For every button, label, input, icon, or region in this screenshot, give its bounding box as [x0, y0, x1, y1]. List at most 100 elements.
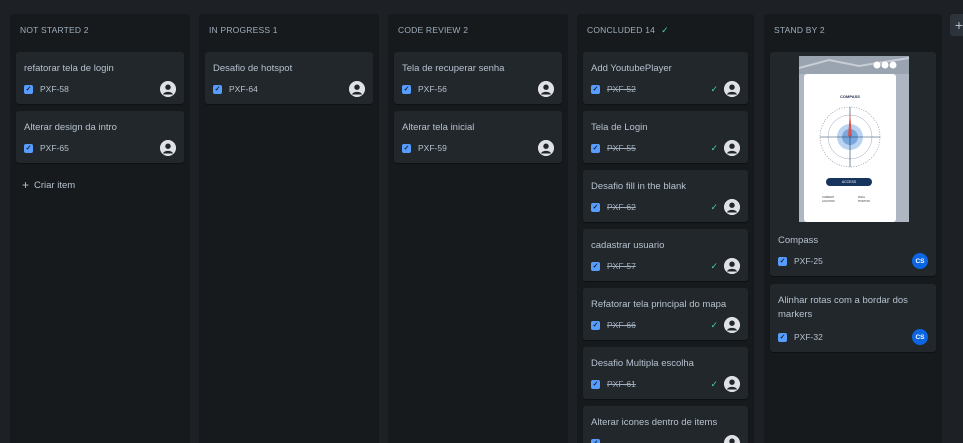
card-title: Alterar design da intro	[24, 122, 117, 133]
column-title: CONCLUDED 14	[587, 25, 656, 35]
issue-key[interactable]: PXF-62	[607, 202, 636, 212]
user-avatar-icon[interactable]	[538, 81, 554, 97]
column-header: NOT STARTED 2	[10, 14, 190, 48]
card-title: Desafio Multipla escolha	[591, 358, 694, 369]
assignee-avatar[interactable]: CS	[912, 253, 928, 269]
card[interactable]: Tela de recuperar senha ✓ PXF-56	[394, 52, 562, 104]
task-type-icon: ✓	[24, 84, 33, 94]
done-check-icon: ✓	[710, 201, 718, 212]
task-type-icon: ✓	[402, 84, 411, 94]
card[interactable]: Desafio de hotspot ✓ PXF-64	[205, 52, 373, 104]
done-check-icon: ✓	[710, 260, 718, 271]
task-type-icon: ✓	[591, 320, 600, 330]
column-code-review: CODE REVIEW 2 Tela de recuperar senha ✓ …	[388, 14, 568, 443]
phone-mockup: COMPASS ACCESS CURRENT LOCATION FINAL PO…	[804, 74, 896, 222]
card-cover-image: COMPASS ACCESS CURRENT LOCATION FINAL PO…	[799, 56, 909, 222]
user-avatar-icon[interactable]	[724, 199, 740, 215]
issue-key[interactable]: PXF-58	[40, 84, 69, 94]
thumbnail-button: ACCESS	[826, 178, 872, 186]
task-type-icon: ✓	[591, 84, 600, 94]
compass-dial-icon	[819, 106, 881, 168]
card-title: Desafio fill in the blank	[591, 181, 687, 192]
task-type-icon: ✓	[24, 143, 33, 153]
assignee-avatar[interactable]: CS	[912, 329, 928, 345]
issue-key[interactable]: PXF-32	[794, 332, 823, 342]
card-title: Tela de Login	[591, 122, 648, 133]
card-title: Alinhar rotas com a bordar dos markers	[778, 295, 908, 320]
card[interactable]: Add YoutubePlayer ✓ PXF-52 ✓	[583, 52, 748, 104]
issue-key[interactable]: PXF-64	[229, 84, 258, 94]
card-title: Tela de recuperar senha	[402, 63, 505, 74]
thumbnail-info-left: CURRENT LOCATION	[822, 196, 835, 203]
issue-key[interactable]: PXF-59	[418, 143, 447, 153]
check-icon: ✓	[661, 25, 669, 35]
column-title: CODE REVIEW 2	[398, 25, 469, 35]
card[interactable]: Refatorar tela principal do mapa ✓ PXF-6…	[583, 288, 748, 340]
card[interactable]: Alterar icones dentro de items ✓	[583, 406, 748, 443]
column-header: STAND BY 2	[764, 14, 942, 48]
issue-key[interactable]: PXF-52	[607, 84, 636, 94]
issue-key[interactable]: PXF-25	[794, 256, 823, 266]
user-avatar-icon[interactable]	[724, 140, 740, 156]
create-item-button[interactable]: + Criar item	[22, 178, 75, 192]
thumbnail-info-right: FINAL POSITION	[858, 196, 870, 203]
create-item-label: Criar item	[34, 179, 76, 191]
done-check-icon: ✓	[710, 142, 718, 153]
task-type-icon: ✓	[213, 84, 222, 94]
column-header: CODE REVIEW 2	[388, 14, 568, 48]
column-title: IN PROGRESS 1	[209, 25, 278, 35]
task-type-icon: ✓	[402, 143, 411, 153]
issue-key[interactable]: PXF-56	[418, 84, 447, 94]
done-check-icon: ✓	[710, 378, 718, 389]
column-title: STAND BY 2	[774, 25, 825, 35]
user-avatar-icon[interactable]	[724, 435, 740, 443]
task-type-icon: ✓	[591, 261, 600, 271]
plus-icon: +	[954, 17, 963, 33]
user-avatar-icon[interactable]	[538, 140, 554, 156]
card-title: Alterar tela inicial	[402, 122, 475, 133]
user-avatar-icon[interactable]	[349, 81, 365, 97]
card[interactable]: Tela de Login ✓ PXF-55 ✓	[583, 111, 748, 163]
done-check-icon: ✓	[710, 319, 718, 330]
card[interactable]: COMPASS ACCESS CURRENT LOCATION FINAL PO…	[770, 52, 936, 276]
done-check-icon: ✓	[710, 83, 718, 94]
card-title: Refatorar tela principal do mapa	[591, 299, 727, 310]
task-type-icon: ✓	[591, 379, 600, 389]
issue-key[interactable]: PXF-65	[40, 143, 69, 153]
card[interactable]: Desafio fill in the blank ✓ PXF-62 ✓	[583, 170, 748, 222]
column-header: IN PROGRESS 1	[199, 14, 379, 48]
card[interactable]: cadastrar usuario ✓ PXF-57 ✓	[583, 229, 748, 281]
issue-key[interactable]: PXF-61	[607, 379, 636, 389]
column-concluded: CONCLUDED 14 ✓ Add YoutubePlayer ✓ PXF-5…	[577, 14, 754, 443]
task-type-icon: ✓	[591, 202, 600, 212]
issue-key[interactable]: PXF-57	[607, 261, 636, 271]
column-not-started: NOT STARTED 2 refatorar tela de login ✓ …	[10, 14, 190, 443]
task-type-icon: ✓	[591, 143, 600, 153]
user-avatar-icon[interactable]	[160, 81, 176, 97]
user-avatar-icon[interactable]	[724, 317, 740, 333]
card-title: Desafio de hotspot	[213, 63, 293, 74]
card[interactable]: Desafio Multipla escolha ✓ PXF-61 ✓	[583, 347, 748, 399]
card-title: Compass	[778, 235, 819, 246]
user-avatar-icon[interactable]	[724, 81, 740, 97]
card-title: Alterar icones dentro de items	[591, 417, 718, 428]
plus-icon: +	[22, 178, 30, 192]
column-title: NOT STARTED 2	[20, 25, 89, 35]
add-column-button[interactable]: +	[950, 14, 963, 36]
issue-key[interactable]: PXF-55	[607, 143, 636, 153]
card[interactable]: refatorar tela de login ✓ PXF-58	[16, 52, 184, 104]
column-in-progress: IN PROGRESS 1 Desafio de hotspot ✓ PXF-6…	[199, 14, 379, 443]
issue-key[interactable]: PXF-66	[607, 320, 636, 330]
card[interactable]: Alterar design da intro ✓ PXF-65	[16, 111, 184, 163]
column-header: CONCLUDED 14 ✓	[577, 14, 754, 48]
task-type-icon: ✓	[778, 332, 787, 342]
user-avatar-icon[interactable]	[160, 140, 176, 156]
task-type-icon: ✓	[778, 256, 787, 266]
user-avatar-icon[interactable]	[724, 258, 740, 274]
card[interactable]: Alinhar rotas com a bordar dos markers ✓…	[770, 284, 936, 352]
card-title: cadastrar usuario	[591, 240, 665, 251]
user-avatar-icon[interactable]	[724, 376, 740, 392]
card[interactable]: Alterar tela inicial ✓ PXF-59	[394, 111, 562, 163]
card-title: Add YoutubePlayer	[591, 63, 672, 74]
card-title: refatorar tela de login	[24, 63, 114, 74]
